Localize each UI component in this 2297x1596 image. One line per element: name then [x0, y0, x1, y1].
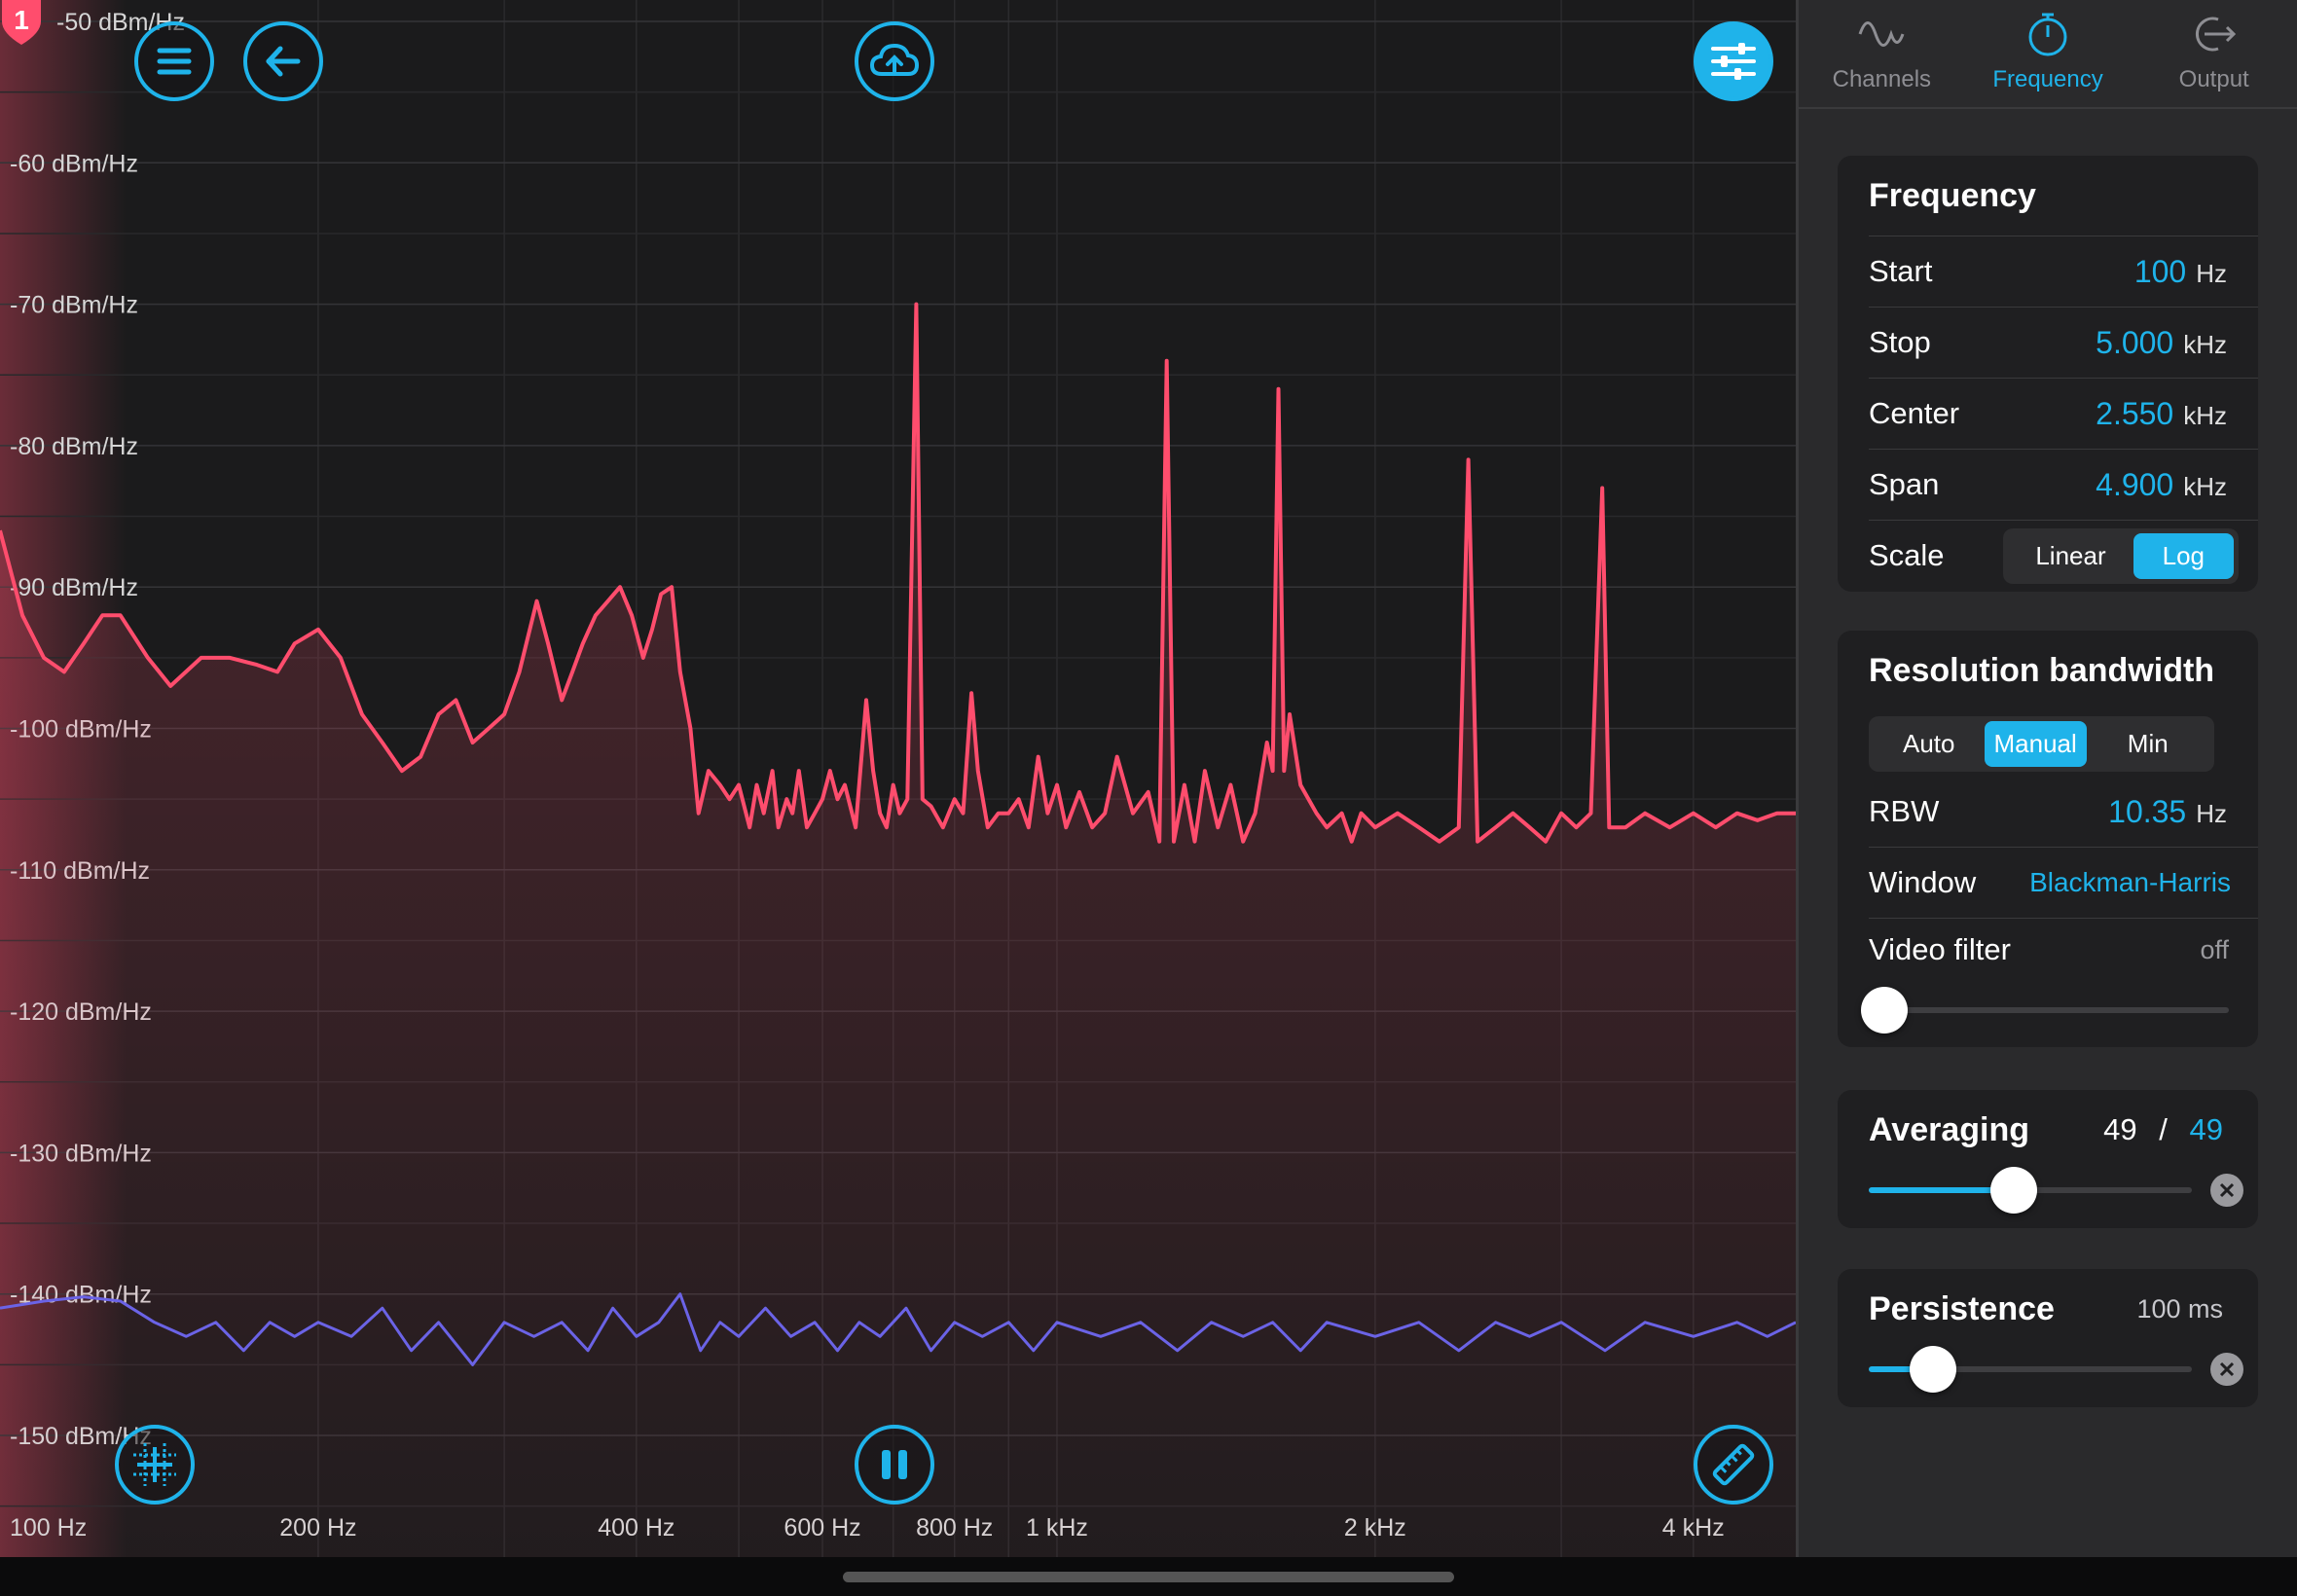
marker-label: 1 [14, 5, 29, 35]
home-indicator[interactable] [843, 1572, 1454, 1582]
averaging-total[interactable]: 49 [2190, 1112, 2223, 1146]
averaging-knob[interactable] [1990, 1167, 2038, 1214]
window-label: Window [1869, 865, 1977, 899]
video-filter-label: Video filter [1869, 932, 2011, 966]
spectrum-plot[interactable]: -50 dBm/Hz -60 dBm/Hz -70 dBm/Hz -80 dBm/Hz… [0, 0, 1796, 1557]
pause-button[interactable] [855, 1425, 934, 1505]
start-value[interactable]: 100 [2134, 254, 2186, 289]
spectrum-chart[interactable]: -50 dBm/Hz-60 dBm/Hz-70 dBm/Hz-80 dBm/Hz… [0, 0, 1796, 1557]
tab-frequency[interactable]: Frequency [1965, 0, 2132, 107]
scale-log-option[interactable]: Log [2133, 532, 2234, 579]
rbw-min-option[interactable]: Min [2087, 721, 2209, 767]
persistence-title: Persistence [1869, 1289, 2055, 1327]
cloud-upload-icon [869, 43, 920, 76]
grid-button[interactable] [115, 1425, 195, 1505]
rbw-manual-option[interactable]: Manual [1984, 720, 2087, 767]
start-label: Start [1869, 254, 1933, 288]
back-button[interactable] [243, 21, 323, 101]
stop-unit: kHz [2183, 329, 2227, 359]
upload-button[interactable] [855, 21, 934, 101]
rbw-title: Resolution bandwidth [1869, 651, 2215, 689]
ruler-icon [1712, 1443, 1755, 1486]
averaging-separator: / [2159, 1112, 2168, 1146]
scale-segmented-control: Linear Log [2003, 527, 2239, 584]
tab-label: Channels [1832, 66, 1932, 92]
averaging-card: Averaging 49 / 49 [1838, 1090, 2258, 1228]
settings-panel: Channels Frequency Output Frequency Star… [1796, 0, 2297, 1557]
window-row[interactable]: Window Blackman-Harris [1869, 847, 2258, 918]
start-row[interactable]: Start 100 Hz [1869, 236, 2258, 307]
center-label: Center [1869, 396, 1960, 430]
scale-label: Scale [1869, 538, 1945, 572]
center-value[interactable]: 2.550 [2096, 396, 2173, 431]
stopwatch-icon [2028, 13, 2067, 56]
hamburger-menu-icon [157, 48, 192, 75]
stop-value[interactable]: 5.000 [2096, 325, 2173, 360]
scale-linear-option[interactable]: Linear [2008, 533, 2133, 579]
output-arrow-icon [2195, 17, 2236, 52]
tab-label: Frequency [1992, 66, 2103, 92]
video-filter-row: Video filter off [1869, 918, 2258, 981]
frequency-title: Frequency [1869, 176, 2036, 214]
arrow-left-icon [266, 46, 301, 77]
trace-1-fill [0, 304, 1796, 1557]
span-value[interactable]: 4.900 [2096, 467, 2173, 502]
menu-button[interactable] [134, 21, 214, 101]
persistence-value: 100 ms [2136, 1293, 2223, 1324]
rbw-unit: Hz [2196, 798, 2227, 828]
pause-icon [882, 1450, 907, 1479]
frequency-card: Frequency Start 100 Hz Stop 5.000 kHz Cent… [1838, 156, 2258, 592]
rbw-label: RBW [1869, 794, 1940, 828]
rbw-card: Resolution bandwidth Auto Manual Min RBW… [1838, 631, 2258, 1047]
video-filter-value: off [2200, 934, 2229, 964]
rbw-value[interactable]: 10.35 [2108, 794, 2186, 829]
rbw-row[interactable]: RBW 10.35 Hz [1869, 777, 2258, 847]
averaging-current: 49 [2103, 1112, 2137, 1146]
persistence-knob[interactable] [1910, 1346, 1957, 1393]
scale-row: Scale Linear Log [1869, 520, 2258, 591]
close-icon [2219, 1361, 2235, 1377]
stop-row[interactable]: Stop 5.000 kHz [1869, 307, 2258, 378]
start-unit: Hz [2196, 258, 2227, 288]
tab-bar: Channels Frequency Output [1799, 0, 2297, 109]
tab-output[interactable]: Output [2131, 0, 2297, 107]
marker-1-icon[interactable]: 1 [0, 0, 43, 47]
persistence-card: Persistence 100 ms [1838, 1269, 2258, 1407]
measure-button[interactable] [1694, 1425, 1773, 1505]
close-icon [2219, 1182, 2235, 1198]
span-unit: kHz [2183, 471, 2227, 501]
averaging-reset-button[interactable] [2210, 1174, 2243, 1207]
span-label: Span [1869, 467, 1940, 501]
averaging-title: Averaging [1869, 1110, 2030, 1148]
averaging-slider[interactable] [1869, 1167, 2258, 1228]
rbw-mode-segmented-control: Auto Manual Min [1869, 715, 2214, 772]
crosshair-grid-icon [133, 1443, 176, 1486]
sliders-icon [1711, 43, 1756, 80]
video-filter-knob[interactable] [1861, 987, 1908, 1034]
rbw-auto-option[interactable]: Auto [1874, 721, 1985, 767]
stop-label: Stop [1869, 325, 1931, 359]
center-row[interactable]: Center 2.550 kHz [1869, 378, 2258, 449]
center-unit: kHz [2183, 400, 2227, 430]
persistence-slider[interactable] [1869, 1346, 2258, 1407]
y-axis-label: -90 dBm/Hz [10, 574, 138, 601]
tab-label: Output [2178, 66, 2249, 92]
span-row[interactable]: Span 4.900 kHz [1869, 449, 2258, 520]
y-axis-label: -60 dBm/Hz [10, 150, 138, 177]
persistence-reset-button[interactable] [2210, 1353, 2243, 1386]
y-axis-label: -70 dBm/Hz [10, 292, 138, 319]
video-filter-slider[interactable] [1861, 981, 2258, 1039]
window-value[interactable]: Blackman-Harris [2029, 867, 2231, 898]
tab-channels[interactable]: Channels [1799, 0, 1965, 107]
settings-button[interactable] [1694, 21, 1773, 101]
y-axis-label: -80 dBm/Hz [10, 433, 138, 460]
sine-wave-icon [1858, 21, 1905, 47]
